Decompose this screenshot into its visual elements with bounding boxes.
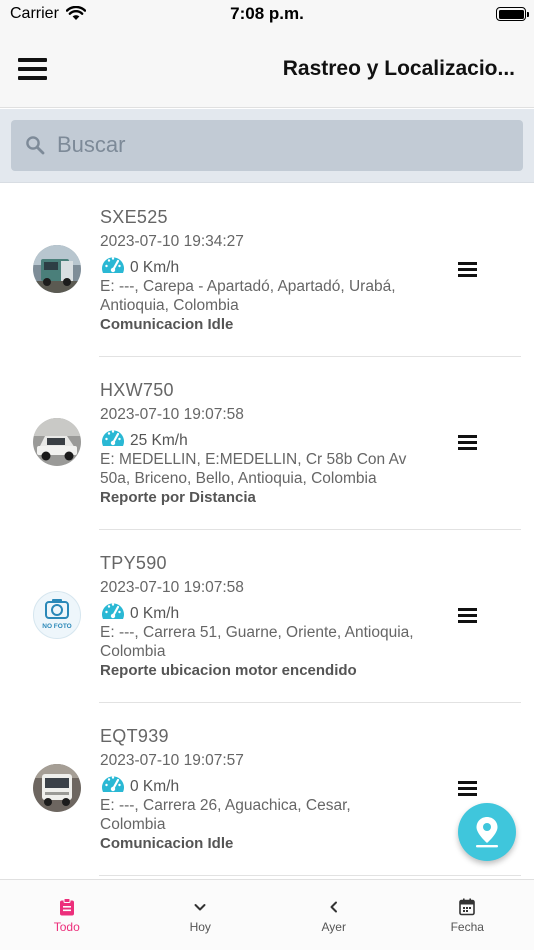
- report-datetime: 2023-07-10 19:34:27: [100, 233, 244, 250]
- address-line: E: ---, Carrera 26, Aguachica, Cesar,: [100, 797, 351, 814]
- item-menu-button[interactable]: [458, 262, 478, 278]
- vehicle-address: E: ---, Carepa - Apartadó, Apartadó, Ura…: [100, 277, 440, 315]
- item-menu-button[interactable]: [458, 781, 478, 797]
- address-line: E: MEDELLIN, E:MEDELLIN, Cr 58b Con Av: [100, 451, 407, 468]
- menu-bar-icon: [18, 58, 47, 62]
- vehicle-address: E: ---, Carrera 51, Guarne, Oriente, Ant…: [100, 623, 440, 661]
- battery-icon: [496, 7, 529, 21]
- search-input[interactable]: [57, 128, 497, 162]
- list-item[interactable]: SXE525 2023-07-10 19:34:27 0 Km/h E: ---…: [0, 184, 534, 357]
- menu-bar-icon: [458, 614, 477, 617]
- item-menu-button[interactable]: [458, 608, 478, 624]
- menu-bar-icon: [458, 608, 477, 611]
- menu-bar-icon: [458, 268, 477, 271]
- clipboard-icon: [59, 898, 75, 921]
- vehicle-status: Reporte por Distancia: [100, 489, 256, 506]
- address-line: Colombia: [100, 643, 166, 660]
- menu-bar-icon: [458, 781, 477, 784]
- divider: [99, 875, 521, 876]
- vehicle-speed: 0 Km/h: [130, 259, 180, 276]
- clock-time: 7:08 p.m.: [230, 4, 304, 23]
- tab-fecha[interactable]: Fecha: [401, 880, 534, 950]
- tab-ayer[interactable]: Ayer: [267, 880, 401, 950]
- tab-label: Ayer: [321, 920, 346, 934]
- vehicle-avatar: [33, 245, 81, 293]
- menu-bar-icon: [458, 787, 477, 790]
- address-line: Antioquia, Colombia: [100, 297, 239, 314]
- menu-bar-icon: [458, 793, 477, 796]
- search-bar-container: [0, 109, 534, 183]
- report-datetime: 2023-07-10 19:07:57: [100, 752, 244, 769]
- vehicle-plate: HXW750: [100, 380, 174, 400]
- vehicle-plate: TPY590: [100, 553, 167, 573]
- vehicle-status: Comunicacion Idle: [100, 316, 234, 333]
- menu-bar-icon: [458, 447, 477, 450]
- search-icon: [25, 135, 45, 160]
- no-photo-avatar: NO FOTO: [33, 591, 81, 639]
- address-line: 50a, Briceno, Bello, Antioquia, Colombia: [100, 470, 377, 487]
- chevron-down-icon: [193, 898, 207, 921]
- vehicle-address: E: MEDELLIN, E:MEDELLIN, Cr 58b Con Av 5…: [100, 450, 440, 488]
- menu-bar-icon: [458, 620, 477, 623]
- vehicle-speed: 25 Km/h: [130, 432, 188, 449]
- list-item[interactable]: EQT939 2023-07-10 19:07:57 0 Km/h E: ---…: [0, 703, 534, 876]
- vehicle-speed: 0 Km/h: [130, 605, 180, 622]
- vehicle-list: SXE525 2023-07-10 19:34:27 0 Km/h E: ---…: [0, 184, 534, 878]
- vehicle-plate: SXE525: [100, 207, 168, 227]
- map-pin-icon: [476, 817, 498, 848]
- tab-label: Hoy: [189, 920, 211, 934]
- vehicle-plate: EQT939: [100, 726, 169, 746]
- address-line: E: ---, Carrera 51, Guarne, Oriente, Ant…: [100, 624, 414, 641]
- status-bar: Carrier 7:08 p.m.: [0, 0, 534, 30]
- vehicle-status: Comunicacion Idle: [100, 835, 234, 852]
- calendar-icon: [459, 898, 476, 921]
- address-line: Colombia: [100, 816, 166, 833]
- menu-bar-icon: [458, 274, 477, 277]
- vehicle-address: E: ---, Carrera 26, Aguachica, Cesar, Co…: [100, 796, 440, 834]
- page-title: Rastreo y Localizacio...: [282, 57, 515, 80]
- menu-bar-icon: [18, 76, 47, 80]
- hamburger-menu-button[interactable]: [18, 58, 48, 82]
- vehicle-speed: 0 Km/h: [130, 778, 180, 795]
- tab-label: Fecha: [450, 920, 484, 934]
- menu-bar-icon: [18, 67, 47, 71]
- item-menu-button[interactable]: [458, 435, 478, 451]
- tab-label: Todo: [53, 920, 80, 934]
- menu-bar-icon: [458, 441, 477, 444]
- no-photo-label: NO FOTO: [42, 623, 72, 630]
- vehicle-avatar: [33, 418, 81, 466]
- map-location-button[interactable]: [458, 803, 516, 861]
- bottom-tab-bar: Todo Hoy Ayer Fecha: [0, 879, 534, 950]
- app-header: Rastreo y Localizacio...: [0, 30, 534, 108]
- report-datetime: 2023-07-10 19:07:58: [100, 579, 244, 596]
- address-line: E: ---, Carepa - Apartadó, Apartadó, Ura…: [100, 278, 396, 295]
- search-box[interactable]: [11, 120, 523, 171]
- menu-bar-icon: [458, 262, 477, 265]
- tab-hoy[interactable]: Hoy: [134, 880, 268, 950]
- report-datetime: 2023-07-10 19:07:58: [100, 406, 244, 423]
- vehicle-status: Reporte ubicacion motor encendido: [100, 662, 357, 679]
- list-item[interactable]: HXW750 2023-07-10 19:07:58 25 Km/h E: ME…: [0, 357, 534, 530]
- menu-bar-icon: [458, 435, 477, 438]
- vehicle-avatar: [33, 764, 81, 812]
- list-item[interactable]: NO FOTO TPY590 2023-07-10 19:07:58 0 Km/…: [0, 530, 534, 703]
- tab-todo[interactable]: Todo: [0, 880, 134, 950]
- camera-icon: NO FOTO: [42, 599, 72, 630]
- chevron-left-icon: [327, 898, 341, 921]
